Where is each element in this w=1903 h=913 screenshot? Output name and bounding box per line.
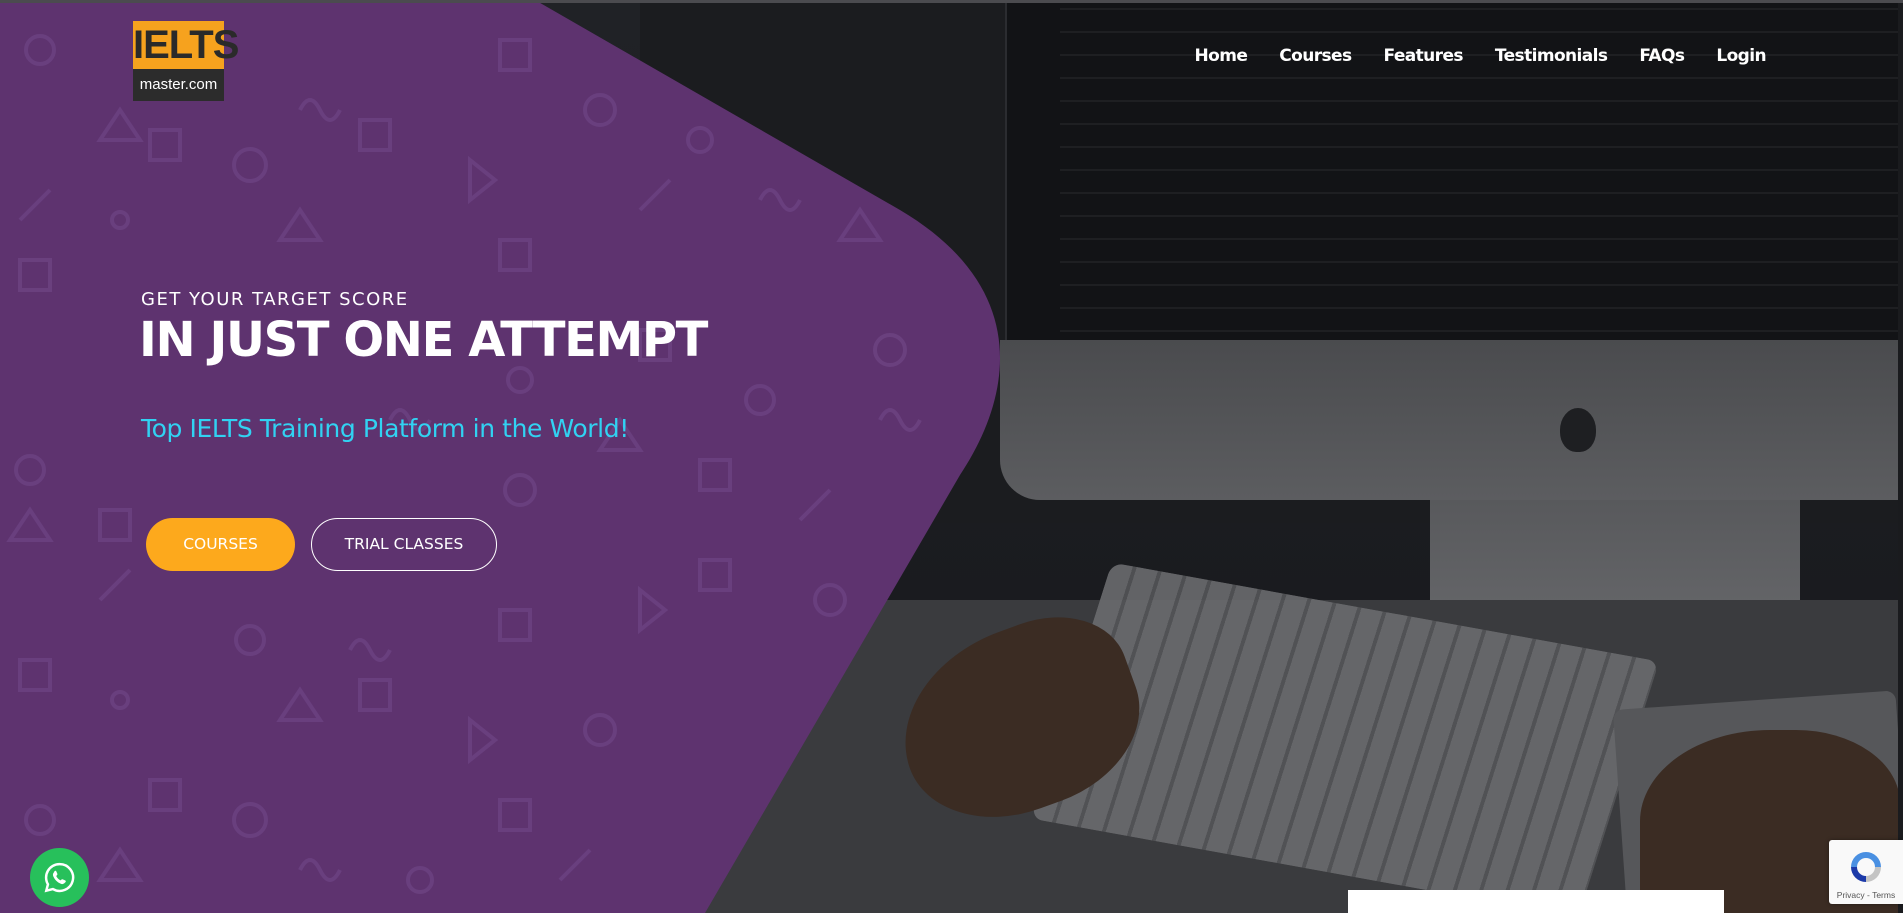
recaptcha-privacy-terms[interactable]: Privacy - Terms (1829, 890, 1903, 900)
courses-button[interactable]: COURSES (146, 518, 295, 571)
page-scrollbar[interactable] (1898, 3, 1903, 913)
hero-headline: IN JUST ONE ATTEMPT (139, 312, 708, 368)
hero-kicker: GET YOUR TARGET SCORE (141, 289, 409, 310)
site-logo[interactable]: IELTS master.com (133, 21, 239, 101)
logo-domain-text: master.com (139, 76, 218, 93)
main-navigation: Home Courses Features Testimonials FAQs … (1163, 46, 1767, 66)
trial-classes-button[interactable]: TRIAL CLASSES (311, 518, 497, 571)
hero-tagline: Top IELTS Training Platform in the World… (141, 414, 629, 443)
recaptcha-icon (1851, 852, 1881, 882)
nav-faqs[interactable]: FAQs (1639, 46, 1685, 66)
whatsapp-chat-button[interactable] (30, 848, 89, 907)
top-border (0, 0, 1903, 3)
logo-ielts-text: IELTS (133, 21, 239, 69)
nav-home[interactable]: Home (1195, 46, 1248, 66)
nav-features[interactable]: Features (1384, 46, 1464, 66)
whatsapp-icon (44, 862, 75, 893)
nav-testimonials[interactable]: Testimonials (1495, 46, 1608, 66)
apple-logo-icon (1560, 408, 1596, 452)
nav-login[interactable]: Login (1716, 46, 1766, 66)
nav-courses[interactable]: Courses (1279, 46, 1352, 66)
recaptcha-badge[interactable]: Privacy - Terms (1829, 840, 1903, 904)
